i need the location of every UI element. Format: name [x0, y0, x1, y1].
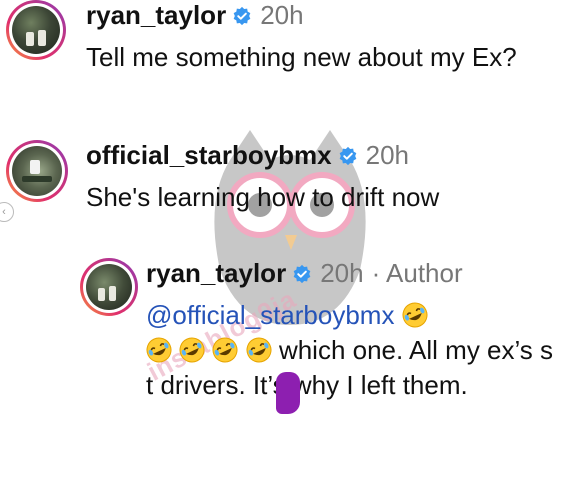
comment-time: 20h: [365, 140, 410, 170]
reply-header: ryan_taylor 20h · Author: [146, 258, 463, 288]
rolling-on-floor-laughing-emoji-icon: [179, 337, 205, 363]
censor-mark: [276, 372, 300, 414]
scroll-indicator-icon[interactable]: ‹: [0, 202, 14, 222]
rolling-on-floor-laughing-emoji-icon: [146, 337, 172, 363]
comment-header: official_starboybmx 20h: [86, 140, 409, 170]
comment-header: ryan_taylor 20h: [86, 0, 304, 30]
reply-text-after-emojis: which one. All: [278, 335, 438, 365]
author-label: · Author: [371, 258, 463, 288]
avatar-photo: [12, 6, 60, 54]
reply-username[interactable]: ryan_taylor: [146, 258, 286, 288]
mention-link[interactable]: @official_starboybmx: [146, 300, 394, 330]
avatar-photo: [86, 264, 132, 310]
verified-badge-icon: [339, 146, 356, 166]
comment-text: Tell me something new about my Ex?: [86, 42, 517, 72]
verified-badge-icon: [233, 6, 251, 26]
reply-text: @official_starboybmx which one. All my e…: [146, 298, 566, 403]
reply-time: 20h: [320, 258, 364, 288]
avatar[interactable]: [6, 0, 66, 60]
rolling-on-floor-laughing-emoji-icon: [246, 337, 272, 363]
avatar-photo: [12, 146, 62, 196]
comment-text: She's learning how to drift now: [86, 182, 440, 212]
comment-username[interactable]: official_starboybmx: [86, 140, 332, 170]
avatar[interactable]: [6, 140, 68, 202]
verified-badge-icon: [293, 264, 311, 284]
comment-time: 20h: [260, 0, 304, 30]
comment-username[interactable]: ryan_taylor: [86, 0, 226, 30]
rolling-on-floor-laughing-emoji-icon: [212, 337, 238, 363]
avatar[interactable]: [80, 258, 138, 316]
rolling-on-floor-laughing-emoji-icon: [402, 302, 428, 328]
